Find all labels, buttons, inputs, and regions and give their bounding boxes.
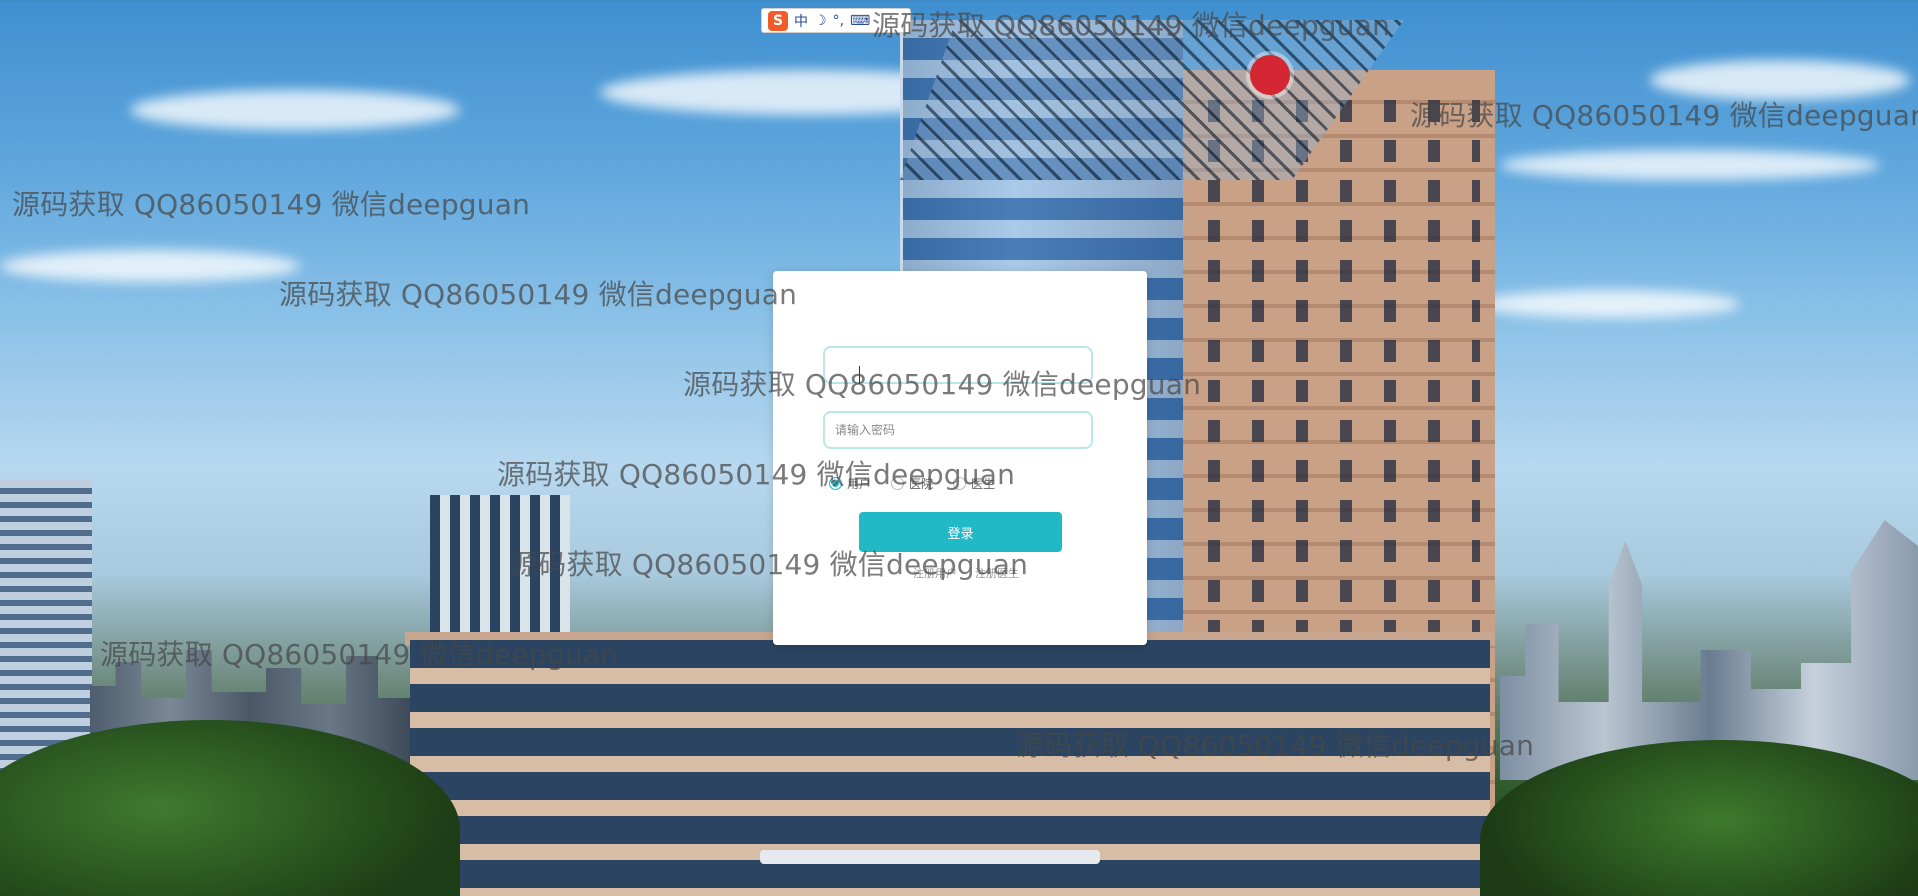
register-doctor-link[interactable]: 注册医生 [975, 565, 1019, 581]
role-hospital[interactable]: 医院 [891, 475, 933, 492]
entrance-canopy [760, 850, 1100, 864]
role-label: 医院 [909, 477, 934, 491]
small-tower [430, 495, 570, 655]
ime-keyboard-icon[interactable]: ⌨ [850, 13, 870, 29]
text-cursor [859, 366, 868, 384]
role-label: 用户 [847, 477, 872, 491]
login-button[interactable]: 登录 [859, 512, 1062, 552]
password-input[interactable] [823, 411, 1093, 449]
ime-toolbar[interactable]: S 中 ☽ °, ⌨ [761, 8, 911, 33]
login-card: 用户 医院 医生 登录 注册用户 注册医生 [773, 271, 1147, 645]
cloud [1650, 60, 1910, 100]
radio-icon[interactable] [829, 477, 842, 490]
role-label: 医生 [971, 477, 996, 491]
ime-punctuation-icon[interactable]: °, [833, 13, 844, 29]
hospital-logo-icon [1250, 55, 1290, 95]
cloud [130, 90, 460, 130]
radio-icon[interactable] [953, 477, 967, 490]
cloud [1480, 290, 1740, 318]
cloud [0, 250, 300, 282]
role-user[interactable]: 用户 [829, 475, 871, 492]
register-links: 注册用户 注册医生 [913, 565, 1019, 581]
sogou-logo-icon[interactable]: S [768, 10, 788, 31]
ime-language-icon[interactable]: 中 [794, 11, 808, 31]
role-doctor[interactable]: 医生 [953, 475, 995, 492]
register-user-link[interactable]: 注册用户 [913, 565, 957, 581]
radio-icon[interactable] [891, 477, 905, 490]
role-selector: 用户 医院 医生 [829, 475, 995, 492]
ime-moon-icon[interactable]: ☽ [814, 13, 827, 29]
cloud [1500, 150, 1880, 180]
